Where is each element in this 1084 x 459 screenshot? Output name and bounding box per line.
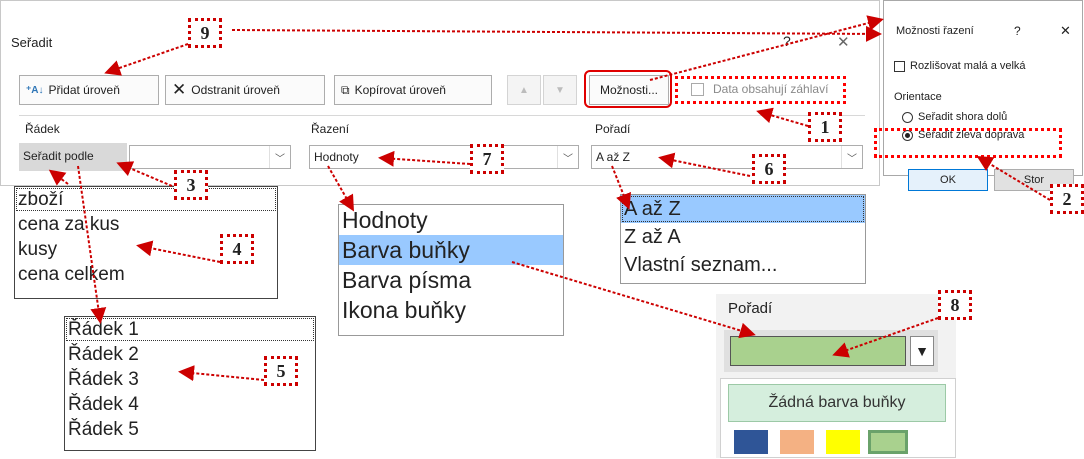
color-swatch-yellow[interactable] [826, 430, 860, 454]
add-level-label: Přidat úroveň [48, 83, 120, 97]
chevron-down-icon: ﹀ [841, 146, 862, 168]
sort-add-icon: ⁺A↓ [26, 84, 44, 96]
case-sensitive-checkbox[interactable] [894, 61, 905, 72]
orientation-label: Orientace [894, 91, 942, 103]
color-swatch-green[interactable] [868, 430, 908, 454]
top-to-bottom-radio[interactable] [902, 112, 913, 123]
copy-level-label: Kopírovat úroveň [354, 83, 446, 97]
callout-8: 8 [938, 290, 972, 320]
chevron-down-icon: ﹀ [269, 146, 290, 168]
selected-color-swatch[interactable] [730, 336, 906, 366]
callout-5: 5 [264, 356, 298, 386]
callout-7: 7 [470, 144, 504, 174]
orientation-highlight [874, 128, 1062, 158]
list-item[interactable]: Ikona buňky [339, 295, 563, 325]
case-sensitive-label: Rozlišovat malá a velká [910, 60, 1026, 72]
close-icon[interactable]: ✕ [1060, 23, 1071, 39]
no-cell-color-button[interactable]: Žádná barva buňky [728, 384, 946, 422]
list-item[interactable]: Vlastní seznam... [621, 251, 865, 279]
sort-on-select[interactable]: Hodnoty ﹀ [309, 145, 579, 169]
divider [19, 115, 865, 116]
delete-level-label: Odstranit úroveň [191, 83, 280, 97]
callout-6: 6 [752, 154, 786, 184]
dropdown-arrow-icon[interactable]: ▼ [910, 336, 934, 366]
add-level-button[interactable]: ⁺A↓ Přidat úroveň [19, 75, 159, 105]
callout-3: 3 [174, 170, 208, 200]
sort-on-value: Hodnoty [314, 150, 359, 164]
copy-icon: ⧉ [341, 82, 350, 97]
delete-level-button[interactable]: ✕ Odstranit úroveň [165, 75, 325, 105]
list-item[interactable]: A až Z [621, 195, 865, 223]
options-dialog-title: Možnosti řazení [896, 25, 974, 37]
list-item[interactable]: Řádek 5 [65, 417, 315, 442]
order-value: A až Z [596, 150, 631, 164]
headers-highlight [675, 76, 846, 104]
row-select[interactable]: ﹀ [129, 145, 291, 169]
chevron-down-icon: ﹀ [557, 146, 578, 168]
callout-4: 4 [220, 234, 254, 264]
color-swatch-blue[interactable] [734, 430, 768, 454]
list-item[interactable]: Barva písma [339, 265, 563, 295]
list-item[interactable]: Řádek 4 [65, 392, 315, 417]
help-icon[interactable]: ? [1014, 24, 1021, 38]
move-up-button[interactable]: ▲ [507, 75, 541, 105]
callout-1: 1 [808, 112, 842, 142]
ok-button[interactable]: OK [908, 169, 988, 191]
list-item[interactable]: Z až A [621, 223, 865, 251]
list-item[interactable]: zboží [15, 187, 277, 212]
callout-2: 2 [1050, 184, 1084, 214]
arrow-down-icon: ▼ [555, 84, 565, 96]
color-swatch-orange[interactable] [780, 430, 814, 454]
dialog-title: Seřadit [11, 35, 53, 50]
top-to-bottom-label: Seřadit shora dolů [918, 111, 1008, 123]
order-select[interactable]: A až Z ﹀ [591, 145, 863, 169]
delete-icon: ✕ [172, 80, 187, 99]
options-highlight [584, 70, 672, 108]
column-header-sort-on: Řazení [311, 122, 350, 136]
sort-on-dropdown: Hodnoty Barva buňky Barva písma Ikona bu… [338, 204, 564, 336]
order-dropdown: A až Z Z až A Vlastní seznam... [620, 194, 866, 284]
callout-9: 9 [188, 18, 222, 48]
arrow-up-icon: ▲ [519, 84, 529, 96]
list-item[interactable]: Řádek 1 [65, 317, 315, 342]
column-header-row: Řádek [25, 122, 60, 136]
help-icon[interactable]: ? [783, 33, 791, 49]
color-order-header: Pořadí [728, 300, 773, 317]
list-item[interactable]: cena celkem [15, 262, 277, 287]
column-header-order: Pořadí [595, 122, 631, 136]
move-down-button[interactable]: ▼ [543, 75, 577, 105]
list-item[interactable]: Barva buňky [339, 235, 563, 265]
close-icon[interactable]: ✕ [837, 33, 850, 51]
copy-level-button[interactable]: ⧉ Kopírovat úroveň [334, 75, 492, 105]
list-item[interactable]: Hodnoty [339, 205, 563, 235]
sort-by-label: Seřadit podle [23, 149, 94, 163]
